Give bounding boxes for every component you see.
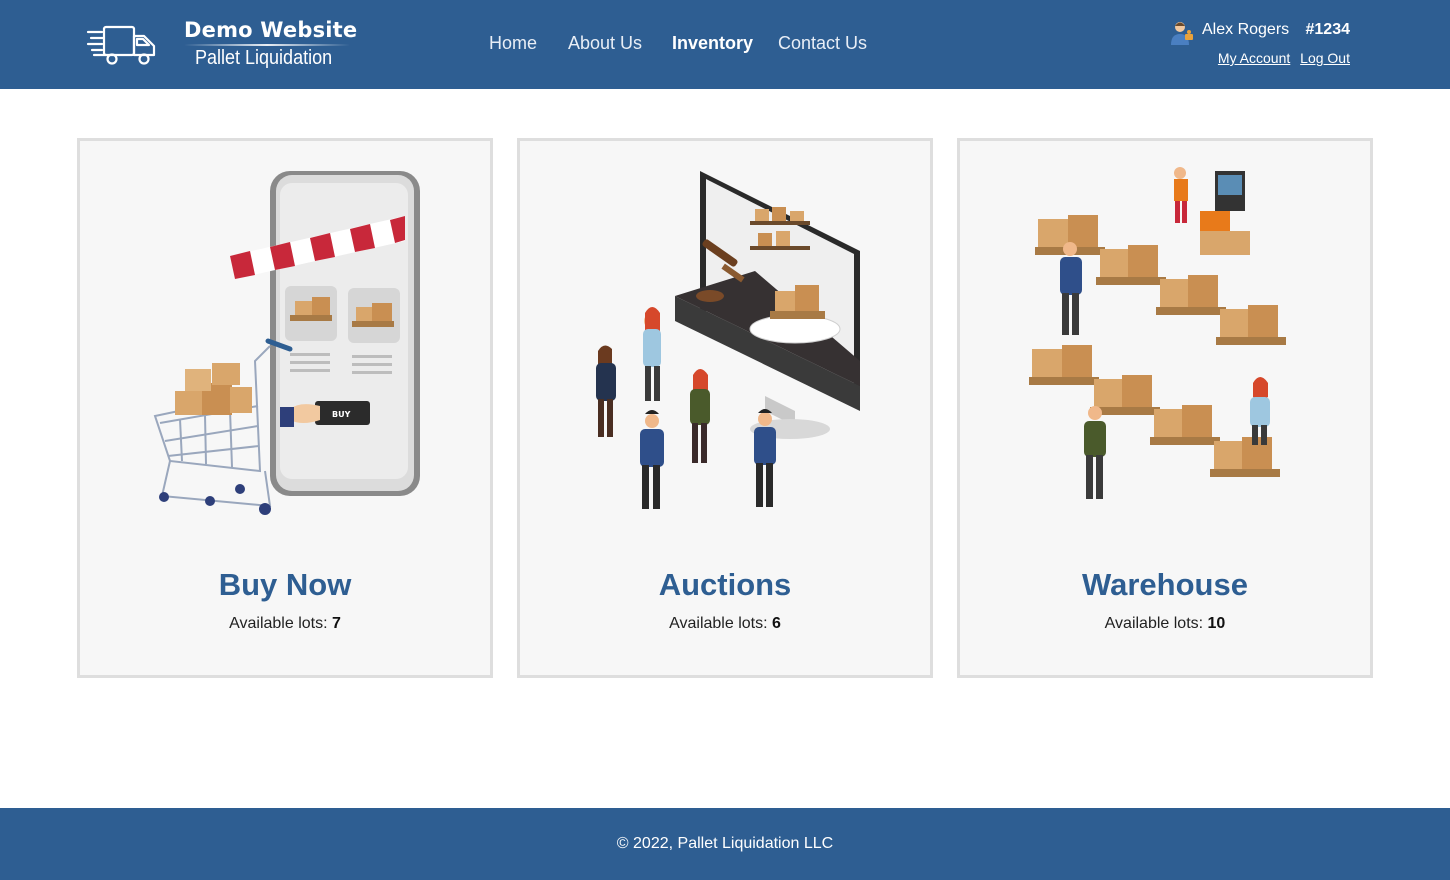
shopping-cart-phone-illustration: BUY — [153, 171, 420, 515]
nav-contact-us[interactable]: Contact Us — [778, 33, 867, 54]
auction-monitor-illustration — [596, 171, 860, 509]
logo-title: Demo Website — [184, 18, 358, 42]
nav-home[interactable]: Home — [489, 33, 537, 54]
available-lots-count: 6 — [771, 615, 781, 632]
nav-inventory[interactable]: Inventory — [672, 33, 753, 54]
user-panel: Alex Rogers #1234 My Account Log Out — [1170, 18, 1350, 70]
available-lots-count: 10 — [1207, 615, 1226, 632]
warehouse-pallets-illustration — [1029, 167, 1286, 499]
user-avatar-icon — [1171, 22, 1193, 45]
available-lots: Available lots: 7 — [80, 615, 490, 633]
available-lots-label: Available lots: — [229, 615, 332, 632]
card-title: Warehouse — [1082, 567, 1248, 602]
logout-link[interactable]: Log Out — [1300, 50, 1350, 66]
card-title: Auctions — [658, 567, 792, 602]
available-lots: Available lots: 10 — [960, 615, 1370, 633]
svg-text:BUY: BUY — [332, 410, 351, 419]
logo-divider — [184, 44, 350, 46]
available-lots: Available lots: 6 — [520, 615, 930, 633]
copyright-text: © 2022, Pallet Liquidation LLC — [616, 835, 834, 852]
my-account-link[interactable]: My Account — [1218, 50, 1290, 66]
card-warehouse[interactable]: Warehouse Available lots: 10 — [957, 138, 1373, 678]
user-links: My Account Log Out — [1212, 50, 1350, 66]
site-logo[interactable]: Demo Website Pallet Liquidation — [86, 18, 376, 74]
delivery-truck-icon — [86, 25, 156, 65]
site-footer: © 2022, Pallet Liquidation LLC — [0, 808, 1450, 880]
available-lots-label: Available lots: — [669, 615, 772, 632]
available-lots-count: 7 — [331, 615, 341, 632]
card-auctions[interactable]: Auctions Available lots: 6 — [517, 138, 933, 678]
site-header: Demo Website Pallet Liquidation Home Abo… — [0, 0, 1450, 89]
card-buy-now[interactable]: BUY Buy Now Available lots: 7 — [77, 138, 493, 678]
card-title: Buy Now — [218, 567, 352, 602]
user-id: #1234 — [1305, 21, 1351, 38]
nav-about-us[interactable]: About Us — [568, 33, 642, 54]
available-lots-label: Available lots: — [1104, 615, 1208, 632]
logo-subtitle: Pallet Liquidation — [195, 47, 333, 69]
user-name: Alex Rogers — [1202, 21, 1290, 38]
